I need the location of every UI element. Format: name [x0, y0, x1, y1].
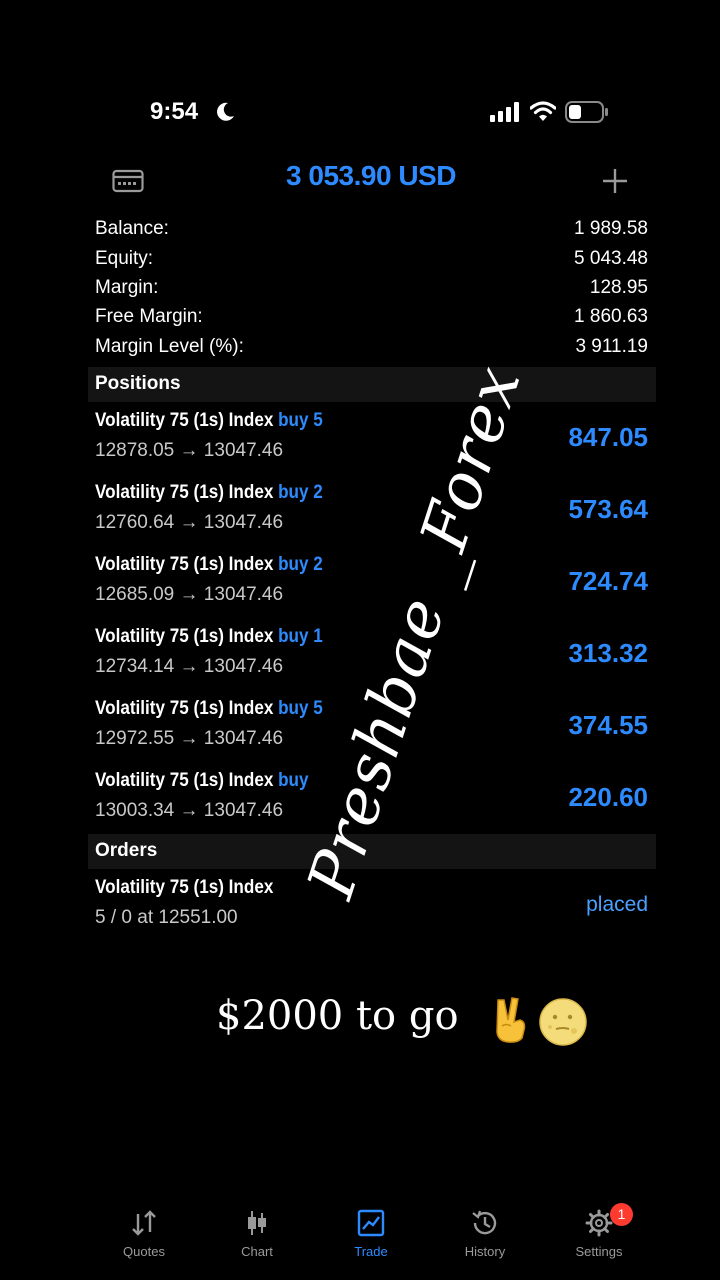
- settings-badge: 1: [610, 1203, 633, 1226]
- position-prices: 12734.14 → 13047.46: [95, 656, 284, 677]
- position-prices: 12878.05 → 13047.46: [95, 440, 284, 461]
- symbol-name: Volatility 75 (1s) Index: [95, 698, 274, 719]
- row-value: 3 911.19: [575, 336, 648, 357]
- order-symbol: Volatility 75 (1s) Index: [95, 877, 274, 898]
- row-label: Balance:: [95, 218, 169, 239]
- tab-label: Chart: [241, 1244, 273, 1259]
- symbol-name: Volatility 75 (1s) Index: [95, 554, 274, 575]
- margin-level-row: Margin Level (%): 3 911.19: [95, 336, 648, 364]
- tab-trade[interactable]: Trade: [326, 1208, 416, 1268]
- chart-icon: [248, 1211, 266, 1235]
- cellular-signal-icon: [490, 102, 519, 122]
- tab-chart[interactable]: Chart: [212, 1208, 302, 1268]
- position-profit: 374.55: [568, 710, 648, 740]
- position-side: buy: [278, 770, 309, 791]
- free-margin-row: Free Margin: 1 860.63: [95, 306, 648, 334]
- position-side: buy 2: [278, 482, 323, 503]
- tab-label: Quotes: [123, 1244, 165, 1259]
- positions-header: Positions: [88, 367, 656, 402]
- position-profit: 573.64: [568, 494, 648, 524]
- symbol-name: Volatility 75 (1s) Index: [95, 410, 274, 431]
- position-side: buy 5: [278, 410, 323, 431]
- position-prices: 13003.34 → 13047.46: [95, 800, 284, 821]
- history-icon: [472, 1210, 497, 1235]
- status-time: 9:54: [150, 98, 199, 125]
- position-side: buy 2: [278, 554, 323, 575]
- position-side: buy 1: [278, 626, 323, 647]
- order-row[interactable]: Volatility 75 (1s) Index 5 / 0 at 12551.…: [95, 877, 648, 941]
- margin-row: Margin: 128.95: [95, 277, 648, 305]
- account-card-icon[interactable]: [112, 168, 144, 194]
- account-total: 3 053.90 USD: [286, 160, 456, 191]
- order-detail: 5 / 0 at 12551.00: [95, 907, 238, 928]
- tab-label: History: [464, 1244, 506, 1259]
- position-prices: 12685.09 → 13047.46: [95, 584, 284, 605]
- equity-row: Equity: 5 043.48: [95, 248, 648, 276]
- row-label: Margin Level (%):: [95, 336, 244, 357]
- row-label: Equity:: [95, 248, 154, 269]
- section-title: Orders: [95, 840, 158, 861]
- section-title: Positions: [95, 373, 181, 394]
- row-value: 5 043.48: [574, 248, 648, 269]
- trade-icon: [357, 1209, 385, 1237]
- position-profit: 313.32: [568, 638, 648, 668]
- tab-label: Settings: [575, 1244, 623, 1259]
- position-profit: 220.60: [568, 782, 648, 812]
- symbol-name: Volatility 75 (1s) Index: [95, 770, 274, 791]
- position-symbol: Volatility 75 (1s) Index buy: [95, 770, 308, 792]
- position-symbol: Volatility 75 (1s) Index buy 2: [95, 554, 323, 576]
- row-value: 1 989.58: [574, 218, 648, 239]
- tab-history[interactable]: History: [440, 1208, 530, 1268]
- row-value: 1 860.63: [574, 306, 648, 327]
- position-profit: 724.74: [568, 566, 648, 596]
- wifi-icon: [530, 101, 556, 121]
- row-value: 128.95: [589, 277, 648, 298]
- moon-face-icon: [539, 998, 587, 1046]
- position-row[interactable]: Volatility 75 (1s) Index buy 5 12878.05 …: [95, 410, 648, 474]
- battery-icon: [565, 101, 608, 123]
- position-symbol: Volatility 75 (1s) Index buy 5: [95, 698, 323, 720]
- moon-icon: [217, 102, 234, 121]
- victory-hand-icon: [496, 997, 526, 1043]
- position-prices: 12972.55 → 13047.46: [95, 728, 284, 749]
- position-symbol: Volatility 75 (1s) Index buy 2: [95, 482, 323, 504]
- row-label: Free Margin:: [95, 306, 203, 327]
- plus-icon[interactable]: [600, 166, 630, 196]
- position-side: buy 5: [278, 698, 323, 719]
- tab-quotes[interactable]: Quotes: [99, 1208, 189, 1268]
- balance-row: Balance: 1 989.58: [95, 218, 648, 246]
- caption-text: $2000 to go: [216, 993, 459, 1039]
- position-row[interactable]: Volatility 75 (1s) Index buy 2 12760.64 …: [95, 482, 648, 546]
- order-status: placed: [586, 893, 648, 916]
- symbol-name: Volatility 75 (1s) Index: [95, 482, 274, 503]
- row-label: Margin:: [95, 277, 159, 298]
- position-profit: 847.05: [568, 422, 648, 452]
- tab-label: Trade: [354, 1244, 388, 1259]
- position-symbol: Volatility 75 (1s) Index buy 1: [95, 626, 323, 648]
- symbol-name: Volatility 75 (1s) Index: [95, 626, 274, 647]
- position-symbol: Volatility 75 (1s) Index buy 5: [95, 410, 323, 432]
- position-prices: 12760.64 → 13047.46: [95, 512, 284, 533]
- quotes-icon: [132, 1210, 156, 1236]
- position-row[interactable]: Volatility 75 (1s) Index buy 2 12685.09 …: [95, 554, 648, 618]
